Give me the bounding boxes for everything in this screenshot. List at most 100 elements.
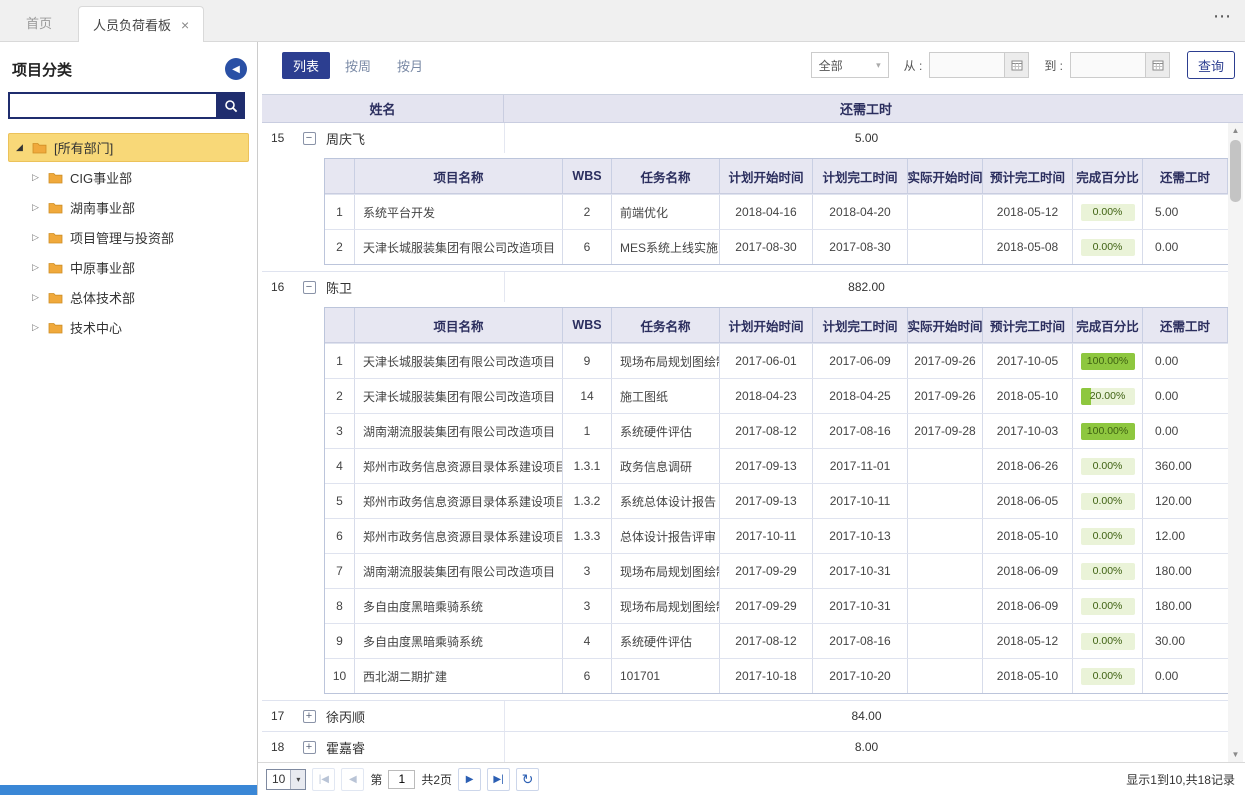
task-row[interactable]: 9多自由度黑暗乘骑系统4系统硬件评估2017-08-122017-08-1620…: [325, 623, 1228, 658]
task-row[interactable]: 3湖南潮流服装集团有限公司改造项目1系统硬件评估2017-08-122017-0…: [325, 413, 1228, 448]
task-col-header[interactable]: 实际开始时间: [908, 159, 983, 193]
task-row[interactable]: 4郑州市政务信息资源目录体系建设项目1.3.1政务信息调研2017-09-132…: [325, 448, 1228, 483]
more-options-icon[interactable]: ⋯: [1213, 6, 1231, 27]
task-col-header[interactable]: [325, 159, 355, 193]
query-button[interactable]: 查询: [1187, 51, 1235, 79]
task-row[interactable]: 5郑州市政务信息资源目录体系建设项目1.3.2系统总体设计报告2017-09-1…: [325, 483, 1228, 518]
grid-header: 姓名 还需工时: [262, 95, 1243, 123]
col-header-name[interactable]: 姓名: [262, 95, 504, 122]
task-est-end: 2018-06-09: [983, 589, 1073, 623]
last-page-button[interactable]: ▶|: [487, 768, 510, 791]
task-plan-end: 2017-08-16: [813, 414, 908, 448]
task-wbs: 1.3.1: [563, 449, 612, 483]
main-panel: 列表 按周 按月 全部 ▾ 从 :: [258, 42, 1245, 795]
task-col-header[interactable]: 完成百分比: [1073, 159, 1143, 193]
person-row[interactable]: 18+霍嘉睿8.00: [262, 732, 1228, 762]
person-remaining-hours: 5.00: [504, 123, 1228, 153]
tree-node-dept[interactable]: ▷总体技术部: [25, 283, 249, 312]
refresh-icon[interactable]: ↻: [516, 768, 539, 791]
search-button[interactable]: [216, 92, 245, 119]
scrollbar-thumb[interactable]: [1230, 140, 1241, 202]
tree-node-root[interactable]: ◢[所有部门]: [8, 133, 249, 162]
task-wbs: 6: [563, 659, 612, 693]
task-col-header[interactable]: 任务名称: [612, 308, 720, 342]
expand-row-icon[interactable]: +: [303, 710, 316, 723]
person-block: 16−陈卫882.00 项目名称WBS任务名称计划开始时间计划完工时间实际开始时间…: [262, 272, 1228, 701]
task-col-header[interactable]: [325, 308, 355, 342]
task-row[interactable]: 2天津长城服装集团有限公司改造项目14施工图纸2018-04-232018-04…: [325, 378, 1228, 413]
scroll-down-icon[interactable]: ▼: [1228, 747, 1243, 762]
calendar-icon[interactable]: [1145, 53, 1169, 77]
person-row[interactable]: 17+徐丙顺84.00: [262, 701, 1228, 731]
task-remaining: 180.00: [1143, 589, 1228, 623]
task-plan-start: 2017-06-01: [720, 344, 813, 378]
person-row[interactable]: 15−周庆飞5.00: [262, 123, 1228, 153]
task-col-header[interactable]: 项目名称: [355, 308, 563, 342]
tree-collapsed-icon[interactable]: ▷: [30, 202, 41, 213]
task-col-header[interactable]: 计划开始时间: [720, 159, 813, 193]
task-col-header[interactable]: 完成百分比: [1073, 308, 1143, 342]
task-row[interactable]: 6郑州市政务信息资源目录体系建设项目1.3.3总体设计报告评审2017-10-1…: [325, 518, 1228, 553]
task-col-header[interactable]: 还需工时: [1143, 308, 1228, 342]
calendar-icon[interactable]: [1004, 53, 1028, 77]
tree-expanded-icon[interactable]: ◢: [14, 142, 25, 153]
tree-node-dept[interactable]: ▷湖南事业部: [25, 193, 249, 222]
row-index: 17: [262, 709, 292, 723]
vertical-scrollbar[interactable]: ▲ ▼: [1228, 123, 1243, 762]
task-col-header[interactable]: WBS: [563, 308, 612, 342]
body: 项目分类 ◀ ◢[所有部门]▷CIG事业部▷湖南事业部▷项目管理与投资部▷中原事…: [0, 42, 1245, 795]
tree-node-dept[interactable]: ▷中原事业部: [25, 253, 249, 282]
date-from-input[interactable]: [929, 52, 1029, 78]
task-wbs: 6: [563, 230, 612, 264]
page-number-input[interactable]: [388, 770, 415, 789]
scroll-up-icon[interactable]: ▲: [1228, 123, 1243, 138]
task-est-end: 2018-05-10: [983, 659, 1073, 693]
task-col-header[interactable]: 计划完工时间: [813, 308, 908, 342]
date-to-input[interactable]: [1070, 52, 1170, 78]
task-col-header[interactable]: 预计完工时间: [983, 308, 1073, 342]
task-col-header[interactable]: WBS: [563, 159, 612, 193]
view-month-button[interactable]: 按月: [386, 52, 434, 79]
tree-node-dept[interactable]: ▷技术中心: [25, 313, 249, 342]
close-icon[interactable]: ×: [181, 17, 189, 33]
tree-node-dept[interactable]: ▷项目管理与投资部: [25, 223, 249, 252]
col-header-remaining-hours[interactable]: 还需工时: [504, 95, 1228, 122]
task-col-header[interactable]: 计划开始时间: [720, 308, 813, 342]
tab-personnel-load[interactable]: 人员负荷看板 ×: [78, 6, 204, 42]
tree-collapsed-icon[interactable]: ▷: [30, 322, 41, 333]
task-est-end: 2018-06-26: [983, 449, 1073, 483]
task-wbs: 14: [563, 379, 612, 413]
task-col-header[interactable]: 预计完工时间: [983, 159, 1073, 193]
task-col-header[interactable]: 项目名称: [355, 159, 563, 193]
task-row[interactable]: 10西北湖二期扩建61017012017-10-182017-10-202018…: [325, 658, 1228, 693]
search-input[interactable]: [8, 92, 216, 119]
filter-dropdown[interactable]: 全部 ▾: [811, 52, 889, 78]
task-col-header[interactable]: 还需工时: [1143, 159, 1228, 193]
tree-collapsed-icon[interactable]: ▷: [30, 172, 41, 183]
page-size-select[interactable]: 10 ▾: [266, 769, 306, 790]
task-row[interactable]: 1系统平台开发2前端优化2018-04-162018-04-202018-05-…: [325, 194, 1228, 229]
tree-collapsed-icon[interactable]: ▷: [30, 262, 41, 273]
person-row[interactable]: 16−陈卫882.00: [262, 272, 1228, 302]
prev-page-button[interactable]: ◀: [341, 768, 364, 791]
tree-node-dept[interactable]: ▷CIG事业部: [25, 163, 249, 192]
task-col-header[interactable]: 计划完工时间: [813, 159, 908, 193]
task-col-header[interactable]: 实际开始时间: [908, 308, 983, 342]
expand-row-icon[interactable]: +: [303, 741, 316, 754]
tree-collapsed-icon[interactable]: ▷: [30, 232, 41, 243]
tab-home[interactable]: 首页: [0, 7, 78, 41]
task-row[interactable]: 7湖南潮流服装集团有限公司改造项目3现场布局规划图绘制2017-09-29201…: [325, 553, 1228, 588]
next-page-button[interactable]: ▶: [458, 768, 481, 791]
collapse-row-icon[interactable]: −: [303, 281, 316, 294]
collapse-row-icon[interactable]: −: [303, 132, 316, 145]
tree-collapsed-icon[interactable]: ▷: [30, 292, 41, 303]
task-row[interactable]: 8多自由度黑暗乘骑系统3现场布局规划图绘制2017-09-292017-10-3…: [325, 588, 1228, 623]
task-row[interactable]: 1天津长城服装集团有限公司改造项目9现场布局规划图绘制2017-06-01201…: [325, 343, 1228, 378]
sidebar-collapse-button[interactable]: ◀: [225, 58, 247, 80]
task-row[interactable]: 2天津长城服装集团有限公司改造项目6MES系统上线实施2017-08-30201…: [325, 229, 1228, 264]
task-col-header[interactable]: 任务名称: [612, 159, 720, 193]
task-percent: 0.00%: [1073, 659, 1143, 693]
first-page-button[interactable]: |◀: [312, 768, 335, 791]
view-list-button[interactable]: 列表: [282, 52, 330, 79]
view-week-button[interactable]: 按周: [334, 52, 382, 79]
